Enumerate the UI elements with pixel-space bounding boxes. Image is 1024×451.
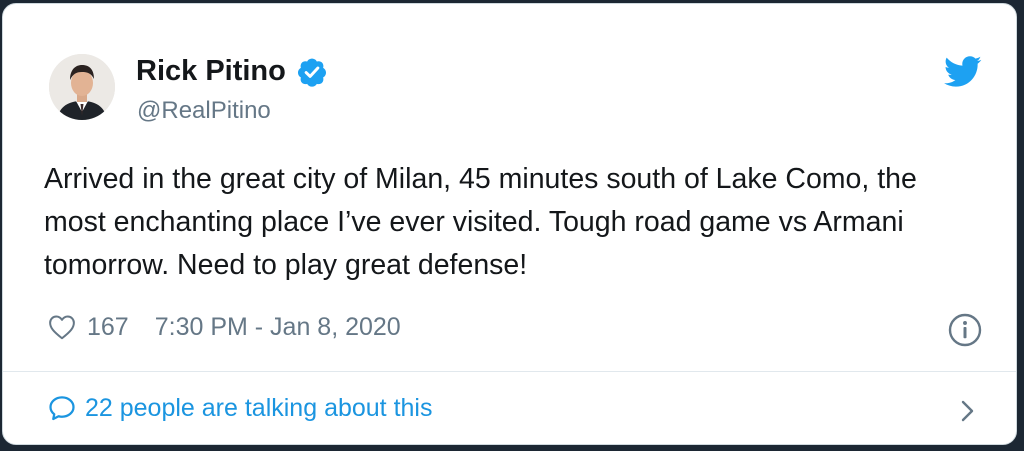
verified-badge-icon [297,58,326,87]
like-count[interactable]: 167 [87,313,129,342]
author-name-text: Rick Pitino [136,55,286,87]
divider [3,371,1016,372]
conversation-label: 22 people are talking about this [85,393,433,422]
author-name[interactable]: Rick Pitino [136,55,328,88]
info-icon[interactable] [947,312,983,348]
tweet-text: Arrived in the great city of Milan, 45 m… [44,163,917,281]
conversation-link[interactable]: 22 people are talking about this [47,393,432,423]
avatar[interactable] [49,54,115,120]
chevron-right-icon[interactable] [955,396,979,426]
author-handle[interactable]: @RealPitino [137,97,271,125]
speech-bubble-icon [49,396,75,421]
tweet-meta: 167 7:30 PM - Jan 8, 2020 [47,312,401,342]
heart-icon[interactable] [47,312,77,342]
profile-photo-icon [49,54,115,120]
tweet-card[interactable]: Rick Pitino @RealPitino Arrived in the g… [2,3,1017,445]
twitter-bird-icon[interactable] [944,52,982,90]
tweet-timestamp[interactable]: 7:30 PM - Jan 8, 2020 [155,313,401,342]
